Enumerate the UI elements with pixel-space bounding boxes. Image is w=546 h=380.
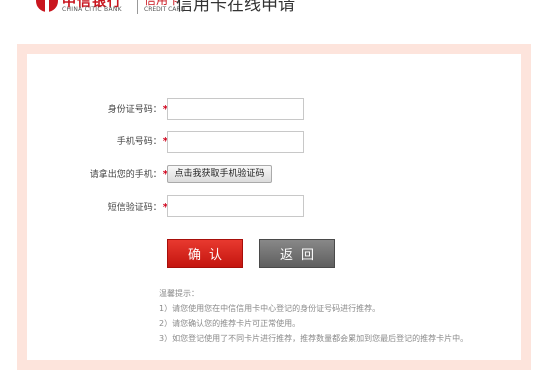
confirm-button[interactable]: 确认 bbox=[167, 239, 243, 268]
id-number-input[interactable] bbox=[167, 98, 304, 120]
sms-code-label: 短信验证码：* bbox=[108, 200, 168, 213]
page-title: 信用卡在线申请 bbox=[176, 0, 295, 15]
tips-item: 1）请您使用您在中信信用卡中心登记的身份证号码进行推荐。 bbox=[159, 304, 381, 313]
id-label-text: 身份证号码： bbox=[107, 105, 162, 115]
get-sms-code-button[interactable]: 点击我获取手机验证码 bbox=[167, 165, 272, 183]
verify-phone-label: 请拿出您的手机：* bbox=[90, 167, 168, 180]
tips-item: 2）请您确认您的推荐卡片可正常使用。 bbox=[159, 319, 301, 328]
phone-row: 手机号码：* bbox=[27, 129, 168, 153]
bank-name-en: CHINA CITIC BANK bbox=[62, 6, 122, 13]
back-button[interactable]: 返回 bbox=[259, 239, 335, 268]
tips-item: 3）如您登记使用了不同卡片进行推荐，推荐数量都会累加到您最后登记的推荐卡片中。 bbox=[159, 334, 469, 343]
tips-title: 温馨提示： bbox=[159, 289, 199, 298]
sms-code-label-text: 短信验证码： bbox=[107, 203, 162, 213]
citic-logo-icon bbox=[36, 0, 58, 12]
sms-code-input[interactable] bbox=[167, 195, 304, 217]
page-header: 中信银行 CHINA CITIC BANK 信用卡 CREDIT CARD 信用… bbox=[0, 0, 546, 16]
header-divider bbox=[137, 0, 138, 14]
id-label: 身份证号码：* bbox=[108, 102, 168, 115]
verify-phone-label-text: 请拿出您的手机： bbox=[89, 170, 162, 180]
phone-label-text: 手机号码： bbox=[116, 137, 162, 147]
phone-input[interactable] bbox=[167, 131, 304, 153]
phone-label: 手机号码：* bbox=[117, 134, 168, 147]
verify-phone-row: 请拿出您的手机：* bbox=[27, 162, 168, 186]
sms-code-row: 短信验证码：* bbox=[27, 195, 168, 219]
id-row: 身份证号码：* bbox=[27, 97, 168, 121]
tips-section: 温馨提示： 1）请您使用您在中信信用卡中心登记的身份证号码进行推荐。 2）请您确… bbox=[159, 286, 468, 346]
